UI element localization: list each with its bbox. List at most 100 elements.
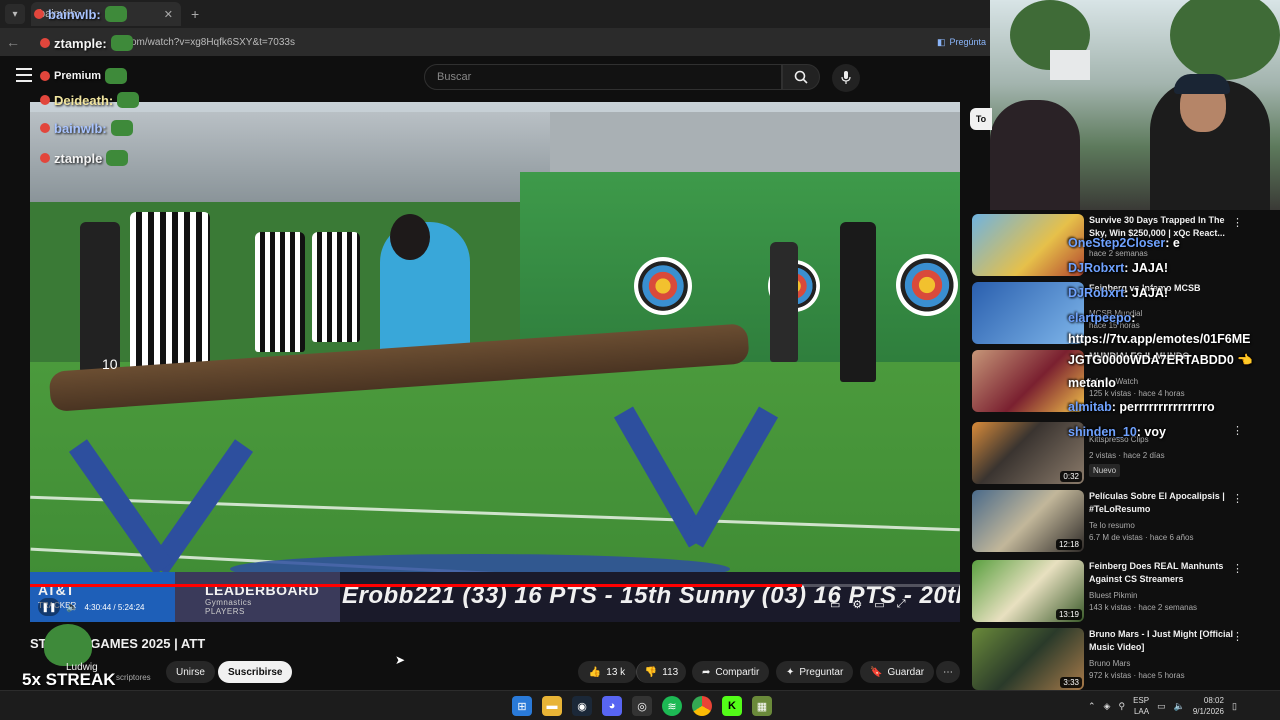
url-field[interactable]: com/watch?v=xg8Hqfk6SXY&t=7033s	[126, 37, 295, 48]
obs-icon[interactable]: ◎	[632, 696, 652, 716]
kick-icon[interactable]: K	[722, 696, 742, 716]
chat-username: bainwlb:	[48, 6, 101, 22]
recommendation-title[interactable]: Bruno Mars - I Just Might [Official Musi…	[1089, 628, 1237, 654]
search-button[interactable]	[782, 64, 820, 90]
search-input[interactable]: Buscar	[424, 64, 782, 90]
chat-username: almitab	[1068, 400, 1112, 414]
minecraft-icon[interactable]: ▦	[752, 696, 772, 716]
save-button[interactable]: 🔖 Guardar	[860, 661, 935, 683]
chat-message: bainwlb:	[34, 6, 127, 22]
windows-start-icon[interactable]: ⊞	[512, 696, 532, 716]
filter-chip[interactable]: To	[970, 108, 992, 130]
subtitles-icon[interactable]: ▭	[830, 598, 840, 611]
ticker-subheading: Gymnastics	[205, 598, 252, 607]
chat-text: : JAJA!	[1124, 261, 1169, 275]
badge-icon	[40, 153, 50, 163]
usb-icon[interactable]: ⚲	[1118, 701, 1125, 712]
chat-message: OneStep2Closer: e	[1068, 236, 1180, 250]
more-icon: ⋯	[943, 666, 953, 678]
theater-mode-icon[interactable]: ▭	[874, 598, 884, 611]
ask-video-label: Preguntar	[799, 666, 844, 678]
gymnast-head	[390, 214, 430, 260]
fullscreen-icon[interactable]: ⤢	[897, 598, 906, 611]
pause-button[interactable]: ❚❚	[38, 598, 60, 616]
chat-message: DJRobxrt: JAJA!	[1068, 286, 1168, 300]
video-thumbnail[interactable]: 3:33	[972, 628, 1084, 690]
chat-text: https://7tv.app/emotes/01F6ME	[1068, 332, 1251, 346]
more-vert-icon[interactable]: ⋮	[1232, 562, 1243, 575]
spectator-figure	[770, 242, 798, 362]
display-icon[interactable]: ▭	[1157, 701, 1166, 712]
ask-button[interactable]: ◧ Pregúnta	[937, 37, 986, 48]
channel-subscribers: scriptores	[116, 673, 151, 682]
recommendation-meta: 6.7 M de vistas · hace 6 años	[1089, 533, 1194, 542]
share-button[interactable]: ➦ Compartir	[692, 661, 770, 683]
back-icon[interactable]: ←	[6, 34, 26, 50]
player-controls: ❚❚ 🔈 4:30:44 / 5:24:24	[38, 598, 145, 616]
chat-text: : e	[1165, 236, 1180, 250]
volume-tray-icon[interactable]: 🔈	[1174, 701, 1185, 712]
streak-emote	[44, 624, 92, 666]
recommendation-item[interactable]: 13:19 Feinberg Does REAL Manhunts Agains…	[970, 558, 1280, 624]
subscribe-button[interactable]: Suscribirse	[218, 661, 293, 683]
network-icon[interactable]: ◈	[1104, 701, 1111, 712]
clock[interactable]: 08:02 9/1/2026	[1193, 695, 1224, 717]
volume-icon[interactable]: 🔈	[66, 602, 78, 613]
cam-person-left	[990, 100, 1080, 210]
more-vert-icon[interactable]: ⋮	[1232, 630, 1243, 643]
recommendation-item[interactable]: 12:18 Películas Sobre El Apocalipsis | #…	[970, 488, 1280, 554]
chat-message: elartpeepo:	[1068, 311, 1135, 325]
recommendation-meta: 972 k vistas · hace 5 horas	[1089, 671, 1185, 680]
streak-label: 5x STREAK	[22, 670, 116, 689]
dislike-button[interactable]: 👎 113	[636, 661, 686, 683]
progress-fill	[30, 584, 802, 587]
windows-taskbar: ⊞ ▬ ◉ ◕ ◎ ≋ K ▦ ⌃ ◈ ⚲ ESP LAA ▭ 🔈 08:02 9/…	[0, 690, 1280, 720]
badge-icon	[40, 95, 50, 105]
voice-search-button[interactable]	[832, 64, 860, 92]
recommendation-item[interactable]: 3:33 Bruno Mars - I Just Might [Official…	[970, 626, 1280, 692]
video-thumbnail[interactable]: 13:19	[972, 560, 1084, 622]
bookmark-icon: 🔖	[870, 666, 883, 678]
hamburger-menu-icon[interactable]	[16, 68, 32, 82]
lang-layout: LAA	[1133, 707, 1150, 716]
chat-message: Premium	[40, 68, 128, 84]
settings-icon[interactable]: ⚙	[852, 598, 862, 611]
save-label: Guardar	[887, 666, 925, 678]
tab-list-button[interactable]: ▾	[5, 4, 25, 24]
recommendation-title[interactable]: Películas Sobre El Apocalipsis | #TeLoRe…	[1089, 490, 1237, 516]
chevron-up-icon[interactable]: ⌃	[1088, 701, 1096, 712]
chat-username: Deideath:	[54, 92, 114, 108]
video-player[interactable]: 10	[30, 102, 960, 622]
steam-icon[interactable]: ◉	[572, 696, 592, 716]
language-indicator[interactable]: ESP LAA	[1133, 695, 1149, 717]
video-title-tail: GAMES 2025 | ATT	[90, 636, 206, 651]
notification-icon[interactable]: ▯	[1232, 701, 1237, 712]
discord-icon[interactable]: ◕	[602, 696, 622, 716]
join-button[interactable]: Unirse	[166, 661, 215, 683]
leaderboard-ticker: AT&T TRACKER LEADERBOARD Gymnastics PLAY…	[30, 572, 960, 622]
video-thumbnail[interactable]: 12:18	[972, 490, 1084, 552]
cam-tree	[1170, 0, 1280, 80]
chat-username: DJRobxrt	[1068, 261, 1125, 275]
new-badge: Nuevo	[1089, 464, 1239, 477]
recommendation-title[interactable]: Feinberg Does REAL Manhunts Against CS S…	[1089, 560, 1237, 586]
file-explorer-icon[interactable]: ▬	[542, 696, 562, 716]
video-progress-bar[interactable]	[30, 584, 960, 587]
chrome-icon[interactable]	[692, 696, 712, 716]
spectator-figure	[840, 222, 876, 382]
sparkle-icon: ✦	[786, 666, 795, 678]
share-icon: ➦	[702, 666, 711, 678]
more-vert-icon[interactable]: ⋮	[1232, 492, 1243, 505]
webcam-overlay	[990, 0, 1280, 210]
chat-username: Premium	[54, 70, 102, 82]
like-button[interactable]: 👍 13 k	[578, 661, 636, 683]
more-vert-icon[interactable]: ⋮	[1232, 216, 1243, 229]
ask-label: Pregúnta	[949, 37, 986, 47]
ask-video-button[interactable]: ✦ Preguntar	[776, 661, 854, 683]
spotify-icon[interactable]: ≋	[662, 696, 682, 716]
close-tab-icon[interactable]: ✕	[164, 8, 173, 21]
more-actions-button[interactable]: ⋯	[936, 661, 960, 683]
chat-username: ztample	[54, 150, 103, 166]
new-tab-button[interactable]: +	[191, 6, 199, 22]
chat-text: : voy	[1136, 425, 1166, 439]
